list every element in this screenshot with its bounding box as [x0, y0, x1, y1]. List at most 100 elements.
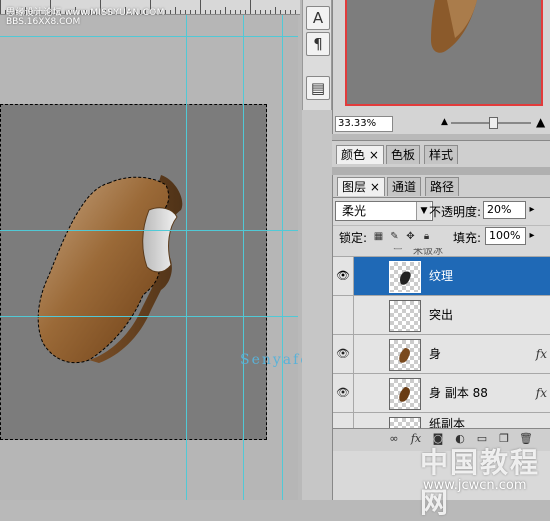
- document-canvas[interactable]: [0, 104, 267, 440]
- fill-field[interactable]: 100%: [485, 227, 526, 245]
- ruler-tick: [175, 7, 176, 14]
- tab-color[interactable]: 颜色 ×: [336, 145, 384, 164]
- guide-vertical: [282, 15, 283, 500]
- navigator-panel: 33.33% ▲ ▲: [332, 0, 550, 134]
- layer-comps-icon[interactable]: ▤: [306, 76, 330, 100]
- lock-position-icon[interactable]: ✥: [405, 231, 416, 242]
- layer-name: 纹理: [429, 269, 454, 283]
- eye-icon[interactable]: 👁︎: [333, 257, 354, 295]
- watermark-text: www.jcwcn.com: [423, 478, 527, 493]
- guide-horizontal: [0, 36, 298, 37]
- chocolate-shape: [37, 175, 183, 364]
- ruler-tick: [215, 10, 216, 14]
- ruler-tick: [245, 10, 246, 14]
- navigator-thumbnail[interactable]: [345, 0, 543, 106]
- ruler-tick: [225, 7, 226, 14]
- ruler-tick: [220, 10, 221, 14]
- chevron-right-icon[interactable]: ▸: [525, 227, 539, 245]
- layer-thumbnail: [389, 300, 421, 332]
- guide-vertical: [186, 15, 187, 500]
- opacity-field[interactable]: 20%: [483, 201, 526, 219]
- ruler-tick: [180, 10, 181, 14]
- ruler-tick: [165, 10, 166, 14]
- ruler-tick: [270, 10, 271, 14]
- layer-group-label: 米饭冰: [413, 248, 443, 256]
- layer-group-row[interactable]: ▭ 米饭冰: [333, 248, 550, 256]
- guide-vertical: [243, 15, 244, 500]
- chevron-right-icon[interactable]: ▸: [525, 201, 539, 219]
- layer-row[interactable]: 纸副本: [333, 412, 550, 429]
- lock-all-icon[interactable]: 🔒︎: [421, 231, 432, 242]
- color-panel-tabbar: 颜色 × 色板 样式: [332, 140, 550, 168]
- tab-styles[interactable]: 样式: [424, 145, 459, 164]
- blend-mode-value: 柔光: [342, 204, 367, 218]
- ruler-tick: [280, 10, 281, 14]
- layer-effects-icon[interactable]: fx: [536, 335, 547, 373]
- ruler-tick: [230, 10, 231, 14]
- ruler-tick: [295, 10, 296, 14]
- tab-layers[interactable]: 图层 ×: [337, 177, 385, 196]
- tab-swatches[interactable]: 色板: [386, 145, 421, 164]
- layer-name: 身: [429, 347, 442, 361]
- ruler-tick: [260, 10, 261, 14]
- layer-effects-icon[interactable]: fx: [536, 374, 547, 412]
- navigator-preview-shape: [431, 0, 477, 53]
- guide-horizontal: [0, 316, 298, 317]
- eye-icon[interactable]: 👁︎: [333, 374, 354, 412]
- watermark-text: BBS.16XX8.COM: [6, 17, 81, 27]
- blend-mode-select[interactable]: 柔光 ▼: [335, 201, 433, 221]
- layer-link-area: [354, 257, 388, 295]
- ruler-tick: [275, 7, 276, 14]
- panel-divider: [332, 167, 550, 175]
- lock-pixels-icon[interactable]: ✎: [389, 231, 400, 242]
- ruler-tick: [250, 0, 251, 14]
- close-icon[interactable]: ×: [369, 148, 379, 162]
- layer-name: 身 副本 88: [429, 386, 488, 400]
- opacity-label: 不透明度:: [429, 205, 482, 219]
- zoom-in-icon[interactable]: ▲: [536, 115, 545, 129]
- layer-row[interactable]: 👁︎ 纹理: [333, 256, 550, 295]
- ruler-tick: [255, 10, 256, 14]
- layer-link-area: [354, 296, 388, 334]
- layer-link-area: [354, 335, 388, 373]
- tab-paths[interactable]: 路径: [425, 177, 460, 196]
- eye-icon-hidden[interactable]: [333, 413, 354, 429]
- layer-link-area: [354, 374, 388, 412]
- layer-row[interactable]: 突出: [333, 295, 550, 334]
- ruler-tick: [195, 10, 196, 14]
- zoom-slider-knob[interactable]: [489, 117, 498, 129]
- ruler-tick: [235, 10, 236, 14]
- ruler-tick: [200, 0, 201, 14]
- character-icon[interactable]: A: [306, 6, 330, 30]
- link-layers-icon[interactable]: ∞: [387, 432, 401, 446]
- ruler-tick: [240, 10, 241, 14]
- lock-label: 锁定:: [339, 231, 368, 245]
- layer-row[interactable]: 👁︎ 身 副本 88 fx: [333, 373, 550, 412]
- eye-icon[interactable]: 👁︎: [333, 335, 354, 373]
- layers-panel-tabbar: 图层 × 通道 路径: [333, 175, 550, 198]
- zoom-level-field[interactable]: 33.33%: [335, 116, 393, 132]
- close-icon[interactable]: ×: [370, 180, 380, 194]
- panel-dock-edge: [302, 110, 332, 500]
- ruler-tick: [205, 10, 206, 14]
- layer-thumbnail: [389, 378, 421, 410]
- ruler-tick: [285, 10, 286, 14]
- layer-name: 纸副本: [429, 417, 466, 429]
- guide-horizontal: [0, 230, 298, 231]
- eye-icon-hidden[interactable]: [333, 296, 354, 334]
- ruler-tick: [210, 10, 211, 14]
- ruler-tick: [0, 0, 1, 14]
- fill-label: 填充:: [453, 231, 482, 245]
- ruler-tick: [190, 10, 191, 14]
- layer-name: 突出: [429, 308, 454, 322]
- lock-row: 锁定: ▦ ✎ ✥ 🔒︎ 填充: 100% ▸: [333, 225, 550, 248]
- ruler-tick: [170, 10, 171, 14]
- lock-transparency-icon[interactable]: ▦: [373, 231, 384, 242]
- folder-icon: ▭: [393, 248, 402, 253]
- tab-channels[interactable]: 通道: [387, 177, 422, 196]
- zoom-out-icon[interactable]: ▲: [441, 117, 448, 127]
- ruler-tick: [290, 10, 291, 14]
- layer-row[interactable]: 👁︎ 身 fx: [333, 334, 550, 373]
- paragraph-icon[interactable]: ¶: [306, 32, 330, 56]
- layer-thumbnail: [389, 261, 421, 293]
